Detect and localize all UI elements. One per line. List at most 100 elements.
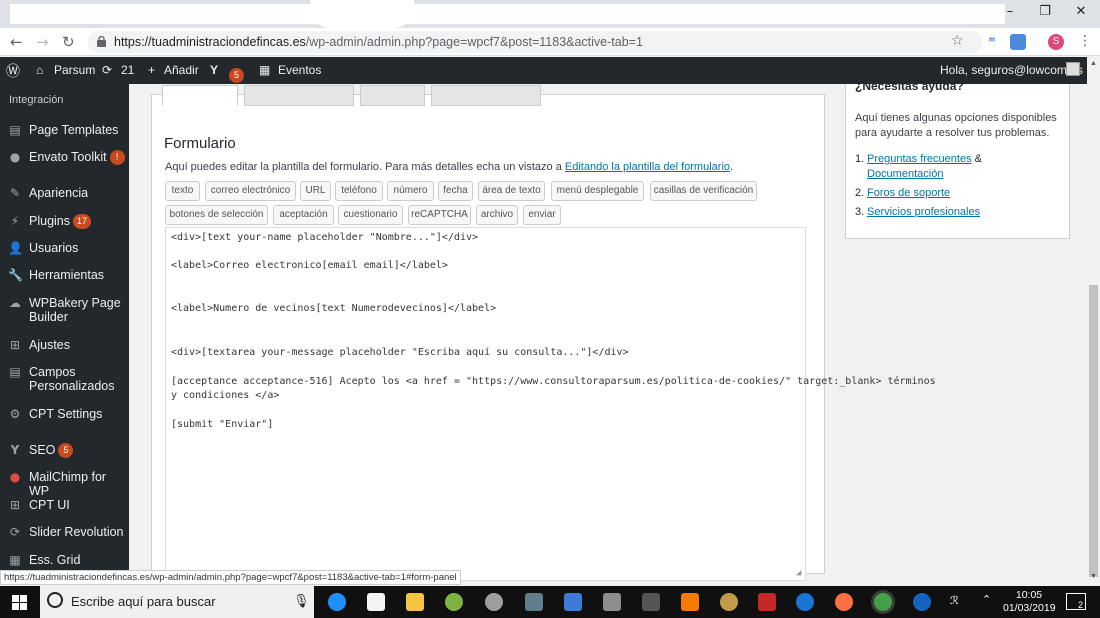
restore-button[interactable]: ❐ [1030,4,1060,22]
teamviewer-icon[interactable] [913,593,931,611]
yoast-icon[interactable]: Y [210,63,218,77]
menu-kebab-icon[interactable]: ⋮ [1078,33,1092,49]
tag-button-url[interactable]: URL [300,181,331,201]
browser-tab-strip[interactable] [10,4,1005,24]
notification-icon[interactable]: 2 [1066,593,1086,610]
tab-additional[interactable] [431,85,541,106]
reload-icon[interactable]: ↻ [62,33,75,51]
app-icon-6[interactable] [720,593,738,611]
app-icon-2[interactable] [485,593,503,611]
tag-button-quiz[interactable]: cuestionario [338,205,403,225]
main-content: Formulario Aquí puedes editar la plantil… [129,84,959,581]
home-icon[interactable]: ⌂ [36,63,43,77]
scroll-down-icon[interactable]: ▼ [1090,573,1097,580]
support-forums-link[interactable]: Foros de soporte [867,187,950,199]
filezilla-icon[interactable] [758,593,776,611]
windows-taskbar: Escribe aquí para buscar 🎙 ℛ ⌃ 10:05 01/0… [0,586,1100,618]
wordpress-logo-icon[interactable]: Ⓦ [6,61,20,81]
user-greeting[interactable]: Hola, seguros@lowcom.es [940,63,1083,77]
tag-button-date[interactable]: fecha [438,181,473,201]
tag-button-number[interactable]: número [387,181,434,201]
app-icon-3[interactable] [525,593,543,611]
page-scrollbar[interactable]: ▲ ▼ [1087,57,1100,584]
tag-button-file[interactable]: archivo [476,205,518,225]
tag-button-checkbox[interactable]: casillas de verificación [650,181,757,201]
events-link[interactable]: Eventos [278,63,321,77]
fields-icon: ▤ [9,365,21,379]
file-explorer-icon[interactable] [406,593,424,611]
form-template-editor[interactable]: <div>[text your-name placeholder "Nombre… [165,227,936,581]
faq-link[interactable]: Preguntas frecuentes [867,153,972,165]
url-host: https://tuadministraciondefincas.es [114,35,306,49]
tag-button-textarea[interactable]: área de texto [478,181,545,201]
firefox-icon[interactable] [835,593,853,611]
tag-button-tel[interactable]: teléfono [335,181,383,201]
app-icon-1[interactable] [445,593,463,611]
scrollbar-thumb[interactable] [1089,285,1098,577]
taskbar-clock[interactable]: 10:05 01/03/2019 [1003,589,1056,615]
editing-template-link[interactable]: Editando la plantilla del formulario [565,161,730,173]
add-new-link[interactable]: Añadir [164,63,199,77]
vlc-icon[interactable] [681,593,699,611]
updates-count[interactable]: 21 [121,63,134,77]
back-arrow-icon[interactable]: ← [10,33,23,51]
user-icon: 👤 [8,241,23,255]
minimize-button[interactable]: – [995,4,1025,22]
tag-button-email[interactable]: correo electrónico [205,181,296,201]
professional-services-link[interactable]: Servicios profesionales [867,206,980,218]
windows-start-icon[interactable] [12,595,27,610]
url-input[interactable]: https://tuadministraciondefincas.es/wp-a… [88,31,983,53]
bookmark-star-icon[interactable]: ☆ [951,33,964,49]
paintbrush-icon: ✎ [9,186,21,200]
site-name-link[interactable]: Parsum [54,63,95,77]
tab-form[interactable] [162,85,238,106]
active-tab[interactable] [310,0,414,28]
admin-sidebar: Integración ▤ Page Templates ● Envato Tool… [0,84,129,570]
code-line: [acceptance acceptance-516] Acepto los <… [171,376,936,387]
calculator-icon[interactable] [642,593,660,611]
plug-icon: ⚡ [10,214,20,228]
scroll-up-icon[interactable]: ▲ [1090,60,1097,67]
code-line: y condiciones </a> [171,390,280,401]
forward-arrow-icon[interactable]: → [36,33,49,51]
tag-button-select[interactable]: menú desplegable [551,181,644,201]
leaf-icon: ● [9,150,21,164]
wrench-icon: 🔧 [8,268,23,282]
tray-chevron-icon[interactable]: ⌃ [982,593,991,606]
store-icon[interactable] [367,593,385,611]
seo-badge: 5 [58,443,74,458]
people-icon[interactable]: ℛ [950,594,959,607]
translate-extension-icon[interactable] [1010,34,1026,50]
calendar-icon[interactable]: ▦ [259,63,270,77]
user-avatar[interactable] [1066,62,1080,76]
plus-icon[interactable]: + [148,63,155,77]
cloud-icon: ☁ [9,296,21,310]
tag-button-recaptcha[interactable]: reCAPTCHA [408,205,471,225]
panel-description: Aquí puedes editar la plantilla del form… [165,161,734,173]
tag-button-submit[interactable]: enviar [523,205,561,225]
ie-icon[interactable] [796,593,814,611]
lock-icon [97,36,106,47]
refresh-icon: ⟳ [9,525,21,539]
edge-icon[interactable] [328,593,346,611]
tab-messages[interactable] [360,85,425,106]
cortana-icon [47,592,63,608]
tab-mail[interactable] [244,85,354,106]
envato-badge: ! [109,150,125,165]
microphone-icon[interactable]: 🎙 [293,593,310,609]
tag-button-text[interactable]: texto [165,181,200,201]
mailchimp-icon: ● [9,470,21,484]
app-icon-4[interactable] [564,593,582,611]
taskbar-search[interactable]: Escribe aquí para buscar 🎙 [40,586,314,618]
tag-button-acceptance[interactable]: aceptación [273,205,334,225]
chrome-icon[interactable] [874,593,892,611]
close-window-button[interactable]: ✕ [1066,4,1096,22]
extension-icon[interactable]: ᵐ [984,34,1000,50]
app-icon-5[interactable] [603,593,621,611]
search-input[interactable]: Escribe aquí para buscar [71,594,216,609]
updates-icon[interactable]: ⟳ [102,63,112,77]
tag-button-radio[interactable]: botones de selección [165,205,268,225]
documentation-link[interactable]: Documentación [867,168,943,180]
resize-handle-icon[interactable]: ◢ [796,568,801,578]
profile-avatar[interactable]: S [1048,34,1064,50]
